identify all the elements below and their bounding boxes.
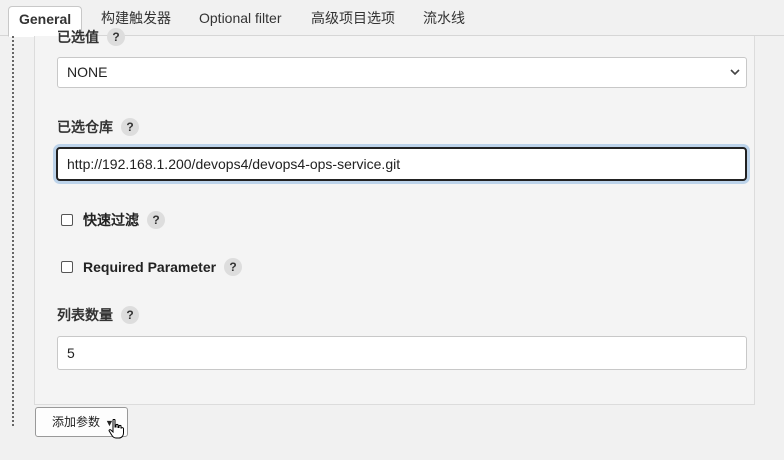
help-icon[interactable]: ?	[224, 258, 243, 276]
help-icon[interactable]: ?	[121, 118, 139, 136]
selected-repo-field-label: 已选仓库?	[57, 117, 139, 137]
list-count-input[interactable]: 5	[57, 336, 747, 370]
add-parameter-label: 添加参数	[52, 415, 101, 429]
selected-value-field-label: 已选值?	[57, 27, 125, 47]
selected-repo-input-value: http://192.168.1.200/devops4/devops4-ops…	[67, 156, 401, 172]
quick-filter-label[interactable]: 快速过滤	[83, 212, 139, 228]
selected-value-select-value: NONE	[67, 64, 108, 80]
selected-repo-label: 已选仓库	[57, 119, 113, 135]
list-count-input-value: 5	[67, 345, 75, 361]
tab-advanced-project-options[interactable]: 高级项目选项	[301, 6, 405, 36]
hand-pointer-cursor-icon	[108, 419, 124, 439]
required-parameter-checkbox[interactable]	[61, 261, 73, 273]
required-parameter-row: Required Parameter?	[61, 258, 243, 276]
chevron-down-icon	[729, 58, 741, 98]
tab-pipeline[interactable]: 流水线	[413, 6, 475, 36]
section-dashed-border	[12, 36, 14, 426]
quick-filter-row: 快速过滤?	[61, 210, 165, 230]
help-icon[interactable]: ?	[121, 306, 139, 324]
list-count-field-label: 列表数量?	[57, 305, 139, 325]
selected-value-select[interactable]: NONE	[57, 57, 747, 88]
selected-repo-input[interactable]: http://192.168.1.200/devops4/devops4-ops…	[56, 147, 747, 181]
list-count-label: 列表数量	[57, 307, 113, 323]
help-icon[interactable]: ?	[107, 28, 125, 46]
selected-value-label: 已选值	[57, 29, 99, 45]
tab-optional-filter[interactable]: Optional filter	[189, 6, 291, 36]
quick-filter-checkbox[interactable]	[61, 214, 73, 226]
required-parameter-label[interactable]: Required Parameter	[83, 259, 216, 275]
help-icon[interactable]: ?	[147, 211, 165, 229]
